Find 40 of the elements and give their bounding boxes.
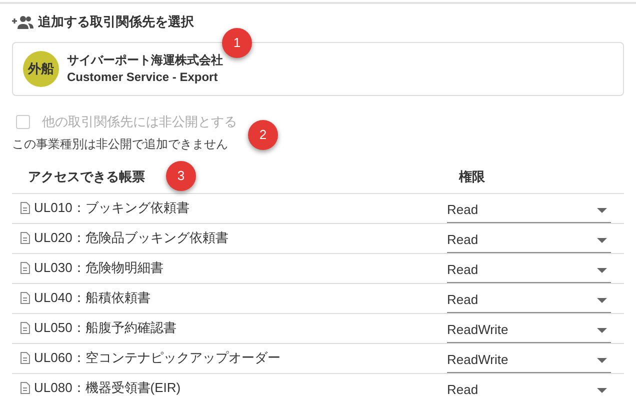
step-marker: 2 — [248, 120, 278, 150]
document-icon — [20, 232, 30, 244]
permission-select[interactable]: Read — [447, 378, 611, 402]
document-icon — [20, 352, 30, 364]
add-people-icon — [12, 15, 34, 29]
column-header: アクセスできる帳票 — [28, 169, 145, 184]
document-icon — [20, 262, 30, 274]
partner-department: Customer Service - Export — [67, 69, 219, 86]
partner-avatar: 外船 — [23, 51, 59, 87]
step-marker: 1 — [222, 28, 252, 58]
permission-select[interactable]: ReadWrite — [447, 348, 611, 372]
permission-select[interactable]: Read — [447, 288, 611, 312]
form-name: UL010：ブッキング依頼書 — [34, 198, 190, 217]
note-text: この事業種別は非公開で追加できません — [12, 136, 228, 152]
document-icon — [20, 382, 30, 394]
column-header: 権限 — [459, 169, 485, 184]
permission-select[interactable]: ReadWrite — [447, 318, 611, 342]
form-name: UL060：空コンテナピックアップオーダー — [34, 348, 280, 367]
document-icon — [20, 292, 30, 304]
permission-select[interactable]: Read — [447, 258, 611, 282]
caret-icon — [597, 328, 607, 332]
caret-icon — [597, 208, 607, 212]
form-name: UL040：船積依頼書 — [34, 288, 150, 307]
permission-select[interactable]: Read — [447, 228, 611, 252]
caret-icon — [597, 298, 607, 302]
step-marker: 3 — [166, 161, 196, 191]
caret-icon — [597, 268, 607, 272]
caret-icon — [597, 388, 607, 392]
form-name: UL020：危険品ブッキング依頼書 — [34, 228, 228, 247]
permission-select[interactable]: Read — [447, 198, 611, 222]
form-name: UL050：船腹予約確認書 — [34, 318, 176, 337]
document-icon — [20, 322, 30, 334]
form-name: UL030：危険物明細書 — [34, 258, 164, 277]
form-name: UL080：機器受領書(EIR) — [34, 378, 181, 397]
caret-icon — [597, 358, 607, 362]
checkbox-label: 他の取引関係先には非公開とする — [42, 113, 237, 131]
document-icon — [20, 202, 30, 214]
caret-icon — [597, 238, 607, 242]
section-title: 追加する取引関係先を選択 — [38, 13, 194, 32]
partner-name: サイバーポート海運株式会社 — [67, 52, 223, 69]
